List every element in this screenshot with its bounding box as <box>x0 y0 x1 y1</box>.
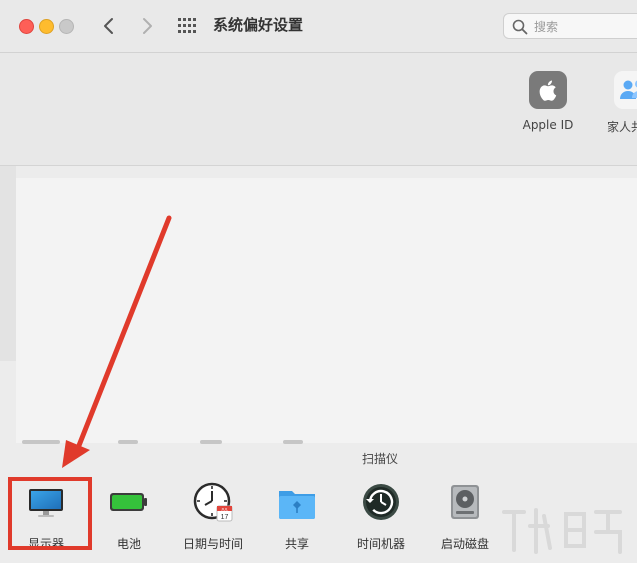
blurred-label <box>200 440 222 444</box>
blurred-label <box>283 440 303 444</box>
pane-date-time-label: 日期与时间 <box>182 537 243 551</box>
family-sharing-icon <box>614 71 637 109</box>
title-bar: 系统偏好设置 搜索 <box>0 0 637 53</box>
back-button[interactable] <box>97 13 121 39</box>
highlight-box <box>8 477 92 550</box>
blurred-label <box>22 440 60 444</box>
family-sharing-pane[interactable]: 家人共 <box>590 71 637 135</box>
pane-date-time[interactable]: JUL 17 日期与时间 <box>173 482 253 552</box>
search-placeholder: 搜索 <box>534 20 559 34</box>
apple-logo-icon <box>529 71 567 109</box>
sharing-folder-icon <box>279 491 315 519</box>
forward-button[interactable] <box>135 13 159 39</box>
battery-icon <box>110 493 147 511</box>
pane-time-machine-label: 时间机器 <box>356 537 405 551</box>
clock-calendar-icon: JUL 17 <box>193 482 233 522</box>
pane-startup-disk[interactable]: 启动磁盘 <box>425 482 505 552</box>
close-button[interactable] <box>19 19 34 34</box>
apple-id-label: Apple ID <box>522 118 574 132</box>
pane-battery[interactable]: 电池 <box>89 482 169 552</box>
preferences-panel <box>16 178 637 443</box>
pane-sharing[interactable]: 共享 <box>257 482 337 552</box>
zoom-button[interactable] <box>59 19 74 34</box>
time-machine-icon <box>363 484 399 520</box>
apple-id-pane[interactable]: Apple ID <box>513 71 583 132</box>
pane-startup-disk-label: 启动磁盘 <box>440 537 489 551</box>
pane-time-machine[interactable]: 时间机器 <box>341 482 421 552</box>
calendar-day: 17 <box>221 514 229 521</box>
minimize-button[interactable] <box>39 19 54 34</box>
sidebar-strip <box>0 166 16 361</box>
window-title: 系统偏好设置 <box>213 16 304 34</box>
search-field[interactable]: 搜索 <box>503 13 637 39</box>
scanner-label: 扫描仪 <box>362 452 399 466</box>
blurred-label <box>118 440 138 444</box>
calendar-month: JUL <box>221 506 229 511</box>
show-all-grid-icon[interactable] <box>177 17 197 35</box>
family-sharing-label: 家人共 <box>607 120 637 134</box>
site-watermark-logo <box>502 508 622 554</box>
pane-sharing-label: 共享 <box>284 537 309 551</box>
startup-disk-icon <box>451 485 479 519</box>
search-icon <box>512 19 528 35</box>
pane-battery-label: 电池 <box>116 537 141 551</box>
account-bar: Apple ID 家人共 <box>0 53 637 166</box>
